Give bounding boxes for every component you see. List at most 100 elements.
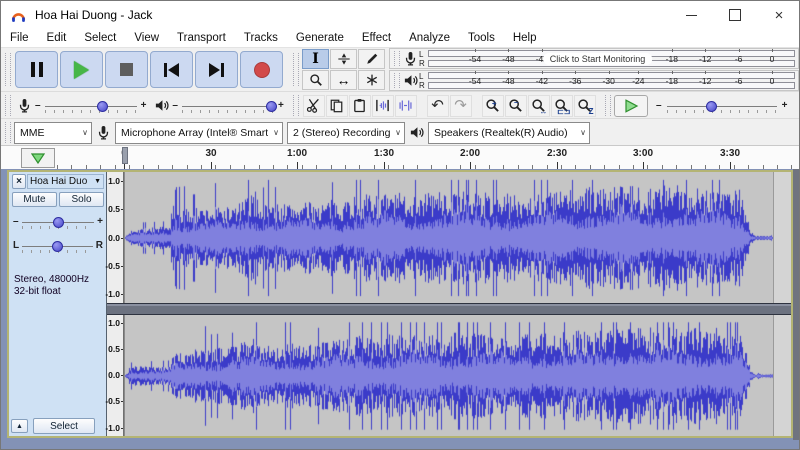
recording-volume-slider[interactable] <box>44 99 137 113</box>
menu-generate[interactable]: Generate <box>287 29 353 47</box>
skip-to-start-button[interactable] <box>150 51 193 88</box>
audio-clip-channel-2[interactable] <box>124 314 774 436</box>
recording-device-select[interactable]: Microphone Array (Intel® Smart ∨ <box>115 121 283 144</box>
slider-knob[interactable] <box>266 100 278 112</box>
draw-tool-button[interactable] <box>358 49 385 69</box>
waveform-channel-1[interactable] <box>125 172 773 303</box>
vertical-ruler-channel-1[interactable]: 1.0 0.5 0.0 -0.5 -1.0 <box>105 172 124 303</box>
timeline-quickplay-button[interactable] <box>21 148 55 168</box>
zoom-toggle-button[interactable]: Z <box>573 94 596 117</box>
toolbar-grip[interactable] <box>5 94 11 117</box>
multi-tool-button[interactable] <box>358 70 385 90</box>
waveform-area-channel-2[interactable] <box>124 314 791 436</box>
ruler-major-tick <box>470 162 471 169</box>
menu-effect[interactable]: Effect <box>353 29 400 47</box>
close-button[interactable]: × <box>757 1 799 29</box>
zoom-project-button[interactable]: ⊏⊐ <box>550 94 573 117</box>
maximize-button[interactable] <box>713 1 757 29</box>
redo-button[interactable]: ↷ <box>449 94 472 117</box>
recording-meter[interactable]: LR Click to Start Monitoring -54-48-42-1… <box>389 48 799 69</box>
multi-tool-icon <box>365 73 379 87</box>
pan-slider[interactable] <box>22 239 93 253</box>
playhead-cursor[interactable] <box>122 147 128 164</box>
cut-button[interactable] <box>302 94 325 117</box>
audio-host-select[interactable]: MME ∨ <box>14 121 92 144</box>
zoom-tool-icon <box>309 73 323 87</box>
audio-clip-channel-1[interactable] <box>124 172 774 303</box>
envelope-tool-button[interactable] <box>330 49 357 69</box>
ruler-major-tick <box>384 162 385 169</box>
meter-scale-label: -24 <box>632 75 645 86</box>
toolbar-grip[interactable] <box>5 52 11 87</box>
mute-button[interactable]: Mute <box>12 192 57 207</box>
toolbar-grip[interactable] <box>394 51 400 66</box>
slider-knob[interactable] <box>96 100 108 112</box>
minimize-button[interactable] <box>669 1 713 29</box>
paste-button[interactable] <box>348 94 371 117</box>
zoom-tool-button[interactable] <box>302 70 329 90</box>
playback-device-select[interactable]: Speakers (Realtek(R) Audio) ∨ <box>428 121 590 144</box>
menu-view[interactable]: View <box>125 29 168 47</box>
monitor-text[interactable]: Click to Start Monitoring <box>542 52 653 65</box>
record-button[interactable] <box>240 51 283 88</box>
trim-audio-button[interactable] <box>371 94 394 117</box>
envelope-tool-icon <box>337 52 351 66</box>
menu-select[interactable]: Select <box>75 29 125 47</box>
vertical-scrollbar[interactable] <box>793 169 799 440</box>
zoom-in-button[interactable]: + <box>481 94 504 117</box>
meter-tick <box>738 71 740 74</box>
play-icon <box>74 60 89 79</box>
copy-button[interactable] <box>325 94 348 117</box>
selection-tool-button[interactable]: I <box>302 49 329 69</box>
slider-knob[interactable] <box>705 100 717 112</box>
waveform-channel-2[interactable] <box>125 314 773 436</box>
toolbar-grip[interactable] <box>5 121 11 144</box>
zoom-selection-button[interactable]: ↔ <box>527 94 550 117</box>
track-close-button[interactable]: × <box>12 174 26 189</box>
menu-file[interactable]: File <box>1 29 38 47</box>
select-track-button[interactable]: Select <box>33 418 95 434</box>
tools-toolbar: I ↔ <box>289 48 389 91</box>
collapse-track-button[interactable]: ▲ <box>11 419 28 433</box>
play-at-speed-icon <box>625 98 639 113</box>
meter-scale-label: -18 <box>665 75 678 86</box>
play-button[interactable] <box>60 51 103 88</box>
timeline-ruler[interactable]: 0301:001:302:002:303:003:304:00 <box>1 145 799 170</box>
stop-button[interactable] <box>105 51 148 88</box>
toolbar-grip[interactable] <box>293 94 299 117</box>
meter-scale-label: -6 <box>734 75 743 86</box>
playback-volume-slider[interactable] <box>181 99 278 113</box>
gain-slider[interactable] <box>21 215 95 229</box>
slider-knob[interactable] <box>52 217 64 228</box>
menu-analyze[interactable]: Analyze <box>400 29 459 47</box>
track-canvas[interactable]: × Hoa Hai Duo ▼ Mute Solo – + L R Stereo… <box>1 169 799 449</box>
menu-tools[interactable]: Tools <box>459 29 504 47</box>
meter-scale-label: -6 <box>734 53 743 64</box>
track-title-button[interactable]: Hoa Hai Duo ▼ <box>27 174 104 189</box>
skip-to-end-button[interactable] <box>195 51 238 88</box>
menu-transport[interactable]: Transport <box>168 29 235 47</box>
play-at-speed-button[interactable] <box>614 94 648 117</box>
zoom-out-button[interactable]: – <box>504 94 527 117</box>
meter-scale-label: -54 <box>468 53 482 64</box>
toolbar-grip[interactable] <box>394 73 400 88</box>
menu-edit[interactable]: Edit <box>38 29 76 47</box>
silence-audio-button[interactable] <box>394 94 417 117</box>
pause-button[interactable] <box>15 51 58 88</box>
solo-button[interactable]: Solo <box>59 192 104 207</box>
waveform-area-channel-1[interactable] <box>124 172 791 303</box>
meter-tick <box>671 49 673 52</box>
channel-divider[interactable] <box>107 303 791 315</box>
vruler-label: 0.5 <box>108 204 123 215</box>
play-speed-slider[interactable] <box>666 99 777 113</box>
toolbar-grip[interactable] <box>293 52 299 87</box>
recording-channels-select[interactable]: 2 (Stereo) Recording ∨ <box>287 121 405 144</box>
time-shift-tool-button[interactable]: ↔ <box>330 70 357 90</box>
playback-meter[interactable]: LR -54 -48 -42 -36 -30 -24 -18 -12 -6 0 <box>389 70 799 91</box>
toolbar-grip[interactable] <box>605 94 611 117</box>
menu-tracks[interactable]: Tracks <box>235 29 287 47</box>
track-info: Stereo, 48000Hz 32-bit float <box>14 274 89 298</box>
undo-button[interactable]: ↶ <box>426 94 449 117</box>
menu-help[interactable]: Help <box>504 29 546 47</box>
vertical-ruler-channel-2[interactable]: 1.0 0.5 0.0 -0.5 -1.0 <box>105 314 124 436</box>
